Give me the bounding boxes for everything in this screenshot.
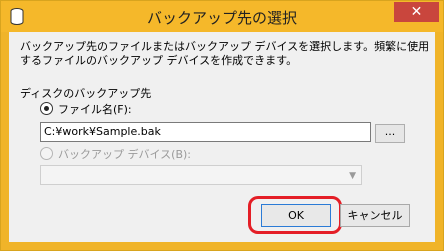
backup-device-select[interactable]: ▼ <box>40 165 362 185</box>
ok-button[interactable]: OK <box>261 204 331 227</box>
dialog-window: バックアップ先の選択 ✕ バックアップ先のファイルまたはバックアップ デバイスを… <box>0 0 444 251</box>
title-bar[interactable]: バックアップ先の選択 ✕ <box>1 1 443 32</box>
dialog-body: バックアップ先のファイルまたはバックアップ デバイスを選択します。頻繁に使用する… <box>9 32 435 242</box>
cancel-button[interactable]: キャンセル <box>340 204 410 227</box>
backup-device-radio-label[interactable]: バックアップ デバイス(B): <box>58 146 191 162</box>
backup-device-radio[interactable] <box>40 147 53 160</box>
description-text: バックアップ先のファイルまたはバックアップ デバイスを選択します。頻繁に使用する… <box>20 40 430 67</box>
section-label: ディスクのバックアップ先 <box>20 87 152 100</box>
browse-button[interactable]: ... <box>375 124 405 143</box>
close-button[interactable]: ✕ <box>394 2 439 22</box>
file-path-input[interactable]: C:¥work¥Sample.bak <box>40 122 371 142</box>
window-title: バックアップ先の選択 <box>146 9 297 27</box>
chevron-down-icon: ▼ <box>349 171 356 181</box>
file-name-radio-label[interactable]: ファイル名(F): <box>58 101 132 117</box>
file-name-radio[interactable] <box>40 102 53 115</box>
